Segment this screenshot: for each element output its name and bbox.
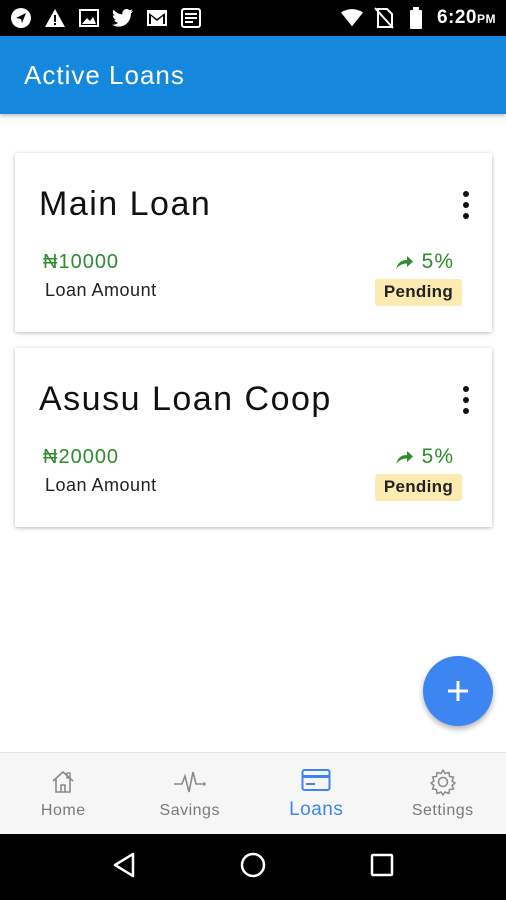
gmail-icon — [146, 7, 168, 29]
gear-icon — [430, 768, 456, 796]
nav-item-home[interactable]: Home — [0, 753, 127, 834]
status-bar: 6:20PM — [0, 0, 506, 36]
nav-label-savings: Savings — [159, 801, 220, 819]
nav-item-loans[interactable]: Loans — [253, 753, 380, 834]
twitter-icon — [112, 7, 134, 29]
loan-amount: ₦10000 — [43, 251, 120, 273]
nav-label-settings: Settings — [411, 801, 474, 819]
no-sim-icon — [373, 7, 395, 29]
more-options-icon[interactable] — [458, 191, 474, 219]
card-icon — [301, 768, 331, 791]
loan-card[interactable]: Asusu Loan Coop ₦20000 Loan Amount 5% Pe… — [15, 348, 492, 527]
nav-label-loans: Loans — [289, 798, 344, 820]
wifi-icon — [340, 7, 363, 29]
home-circle-icon[interactable] — [239, 851, 267, 884]
bottom-navigation: Home Savings Loans Settings — [0, 752, 506, 834]
plus-icon — [448, 681, 468, 701]
pulse-icon — [173, 771, 206, 792]
trending-up-icon — [395, 451, 413, 464]
recents-icon[interactable] — [369, 852, 395, 883]
add-loan-button[interactable] — [423, 656, 493, 726]
more-options-icon[interactable] — [458, 386, 474, 414]
notes-icon — [180, 7, 202, 29]
loan-title: Asusu Loan Coop — [39, 380, 332, 418]
battery-icon — [405, 7, 427, 29]
loan-amount: ₦20000 — [43, 446, 120, 468]
page-title: Active Loans — [24, 59, 185, 90]
loan-list: Main Loan ₦10000 Loan Amount 5% Pending … — [0, 114, 506, 752]
interest-rate: 5% — [394, 445, 454, 469]
interest-rate: 5% — [394, 250, 454, 274]
nav-item-savings[interactable]: Savings — [127, 753, 254, 834]
navigation-icon — [10, 7, 32, 29]
trending-up-icon — [395, 256, 413, 269]
home-icon — [52, 770, 74, 793]
nav-label-home: Home — [40, 801, 86, 819]
system-navigation-bar — [0, 834, 506, 900]
nav-item-settings[interactable]: Settings — [380, 753, 506, 834]
app-bar: Active Loans — [0, 36, 506, 114]
loan-amount-label: Loan Amount — [45, 280, 157, 300]
status-time: 6:20PM — [436, 7, 496, 28]
loan-card[interactable]: Main Loan ₦10000 Loan Amount 5% Pending — [15, 153, 492, 332]
status-badge: Pending — [374, 279, 462, 306]
image-icon — [78, 7, 100, 29]
status-badge: Pending — [374, 474, 462, 501]
back-icon[interactable] — [111, 851, 137, 884]
loan-amount-label: Loan Amount — [45, 475, 157, 495]
loan-title: Main Loan — [39, 185, 212, 223]
warning-icon — [44, 7, 66, 29]
